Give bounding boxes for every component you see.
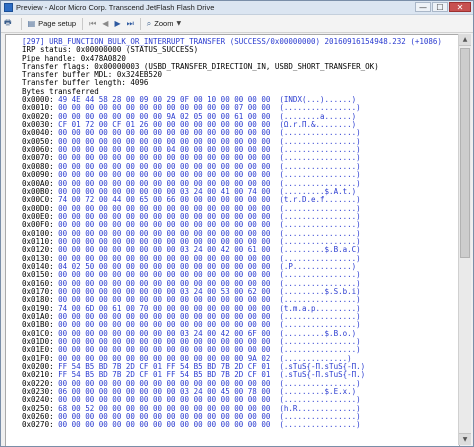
close-button[interactable]: ✕ bbox=[449, 2, 471, 12]
last-page-icon[interactable]: ⏭ bbox=[124, 19, 137, 29]
previous-page-icon[interactable]: ◀ bbox=[99, 19, 111, 28]
hex-dump: 0x0000: 49 4E 44 58 28 00 09 00 29 0F 00… bbox=[22, 95, 456, 430]
scroll-down-icon[interactable]: ▼ bbox=[459, 433, 471, 445]
print-button[interactable]: 🖶 bbox=[1, 16, 18, 31]
toolbar-separator bbox=[20, 17, 22, 30]
hex-address: 0x0270: bbox=[22, 420, 54, 430]
page-setup-icon: ▤ bbox=[27, 19, 36, 28]
page-setup-button[interactable]: ▤ Page setup bbox=[25, 16, 80, 31]
toolbar-separator bbox=[139, 17, 141, 30]
hex-ascii: (................) bbox=[279, 420, 361, 430]
preview-window: Preview - Alcor Micro Corp. Transcend Je… bbox=[0, 0, 474, 447]
printer-icon: 🖶 bbox=[4, 17, 12, 27]
scrollbar-thumb[interactable] bbox=[460, 48, 470, 258]
scroll-up-icon[interactable]: ▲ bbox=[459, 34, 471, 46]
first-page-icon[interactable]: ⏮ bbox=[86, 19, 99, 29]
next-page-icon[interactable]: ▶ bbox=[111, 19, 123, 28]
title-bar[interactable]: Preview - Alcor Micro Corp. Transcend Je… bbox=[1, 1, 473, 15]
toolbar: 🖶 ▤ Page setup ⏮ ◀ ▶ ⏭ ⌕ Zoom ▼ bbox=[1, 15, 473, 33]
maximize-button[interactable]: ☐ bbox=[432, 2, 448, 12]
preview-page[interactable]: [297] URB_FUNCTION_BULK_OR_INTERRUPT_TRA… bbox=[5, 34, 460, 446]
zoom-dropdown[interactable]: ⌕ Zoom ▼ bbox=[144, 16, 184, 31]
hex-bytes: 00 00 00 00 00 00 00 00 00 00 00 00 00 0… bbox=[58, 420, 271, 430]
window-controls: — ☐ ✕ bbox=[414, 2, 471, 12]
zoom-label: Zoom bbox=[154, 19, 174, 28]
minimize-button[interactable]: — bbox=[415, 2, 431, 12]
app-icon bbox=[4, 3, 13, 12]
hex-row: 0x0270: 00 00 00 00 00 00 00 00 00 00 00… bbox=[22, 421, 456, 429]
chevron-down-icon: ▼ bbox=[176, 20, 182, 27]
window-title: Preview - Alcor Micro Corp. Transcend Je… bbox=[16, 3, 215, 12]
usb-transfer-report: [297] URB_FUNCTION_BULK_OR_INTERRUPT_TRA… bbox=[22, 37, 456, 430]
vertical-scrollbar[interactable]: ▲ ▼ bbox=[458, 34, 471, 445]
page-setup-label: Page setup bbox=[38, 19, 77, 28]
zoom-icon: ⌕ bbox=[146, 18, 152, 28]
toolbar-separator bbox=[82, 17, 84, 30]
